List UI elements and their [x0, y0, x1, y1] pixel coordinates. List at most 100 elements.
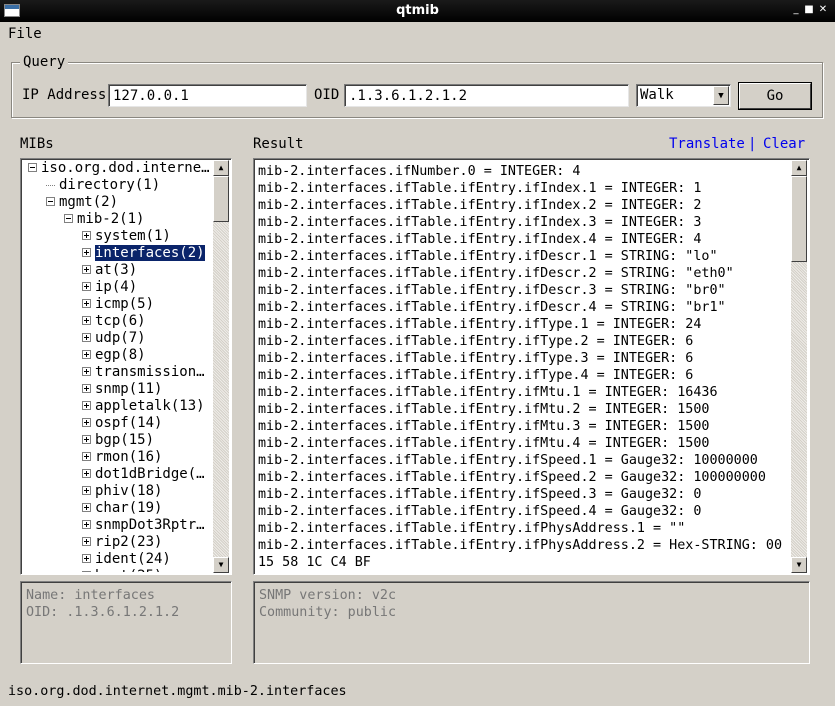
tree-node[interactable]: egp(8) [82, 347, 146, 364]
collapse-icon[interactable] [46, 196, 55, 206]
tree-node[interactable]: transmission… [82, 364, 205, 381]
mib-tree-scrollbar[interactable]: ▲ ▼ [213, 160, 229, 573]
tree-node-label: rip2(23) [95, 534, 163, 550]
tree-node-label: egp(8) [95, 347, 146, 363]
expand-icon[interactable] [82, 230, 91, 240]
expand-icon[interactable] [82, 264, 91, 274]
translate-link[interactable]: Translate [669, 136, 745, 152]
query-group-title: Query [20, 54, 69, 70]
result-line: mib-2.interfaces.ifTable.ifEntry.ifType.… [258, 351, 694, 366]
tree-node-label: ospf(14) [95, 415, 163, 431]
snmp-version-text: SNMP version: v2c [259, 588, 397, 603]
result-line: mib-2.interfaces.ifTable.ifEntry.ifIndex… [258, 232, 702, 247]
tree-node[interactable]: char(19) [82, 500, 162, 517]
mib-name-text: Name: interfaces [26, 588, 155, 603]
tree-node[interactable]: snmpDot3Rptr… [82, 517, 205, 534]
result-scrollbar[interactable]: ▲ ▼ [791, 160, 807, 573]
tree-node[interactable]: system(1) [82, 228, 171, 245]
tree-node[interactable]: ip(4) [82, 279, 137, 296]
tree-node[interactable]: iso.org.dod.interne… [28, 160, 210, 177]
tree-node[interactable]: ident(24) [82, 551, 171, 568]
tree-node-label: char(19) [95, 500, 163, 516]
scroll-thumb[interactable] [213, 176, 229, 222]
tree-node[interactable]: mgmt(2) [46, 194, 118, 211]
expand-icon[interactable] [82, 468, 91, 478]
tree-node-label: iso.org.dod.interne… [41, 160, 210, 176]
result-line: mib-2.interfaces.ifTable.ifEntry.ifPhysA… [258, 521, 686, 536]
chevron-down-icon[interactable]: ▼ [713, 86, 729, 105]
result-line: mib-2.interfaces.ifTable.ifEntry.ifIndex… [258, 181, 702, 196]
tree-node[interactable]: bgp(15) [82, 432, 154, 449]
result-text[interactable]: mib-2.interfaces.ifNumber.0 = INTEGER: 4… [258, 163, 788, 569]
tree-node[interactable]: phiv(18) [82, 483, 162, 500]
result-line: mib-2.interfaces.ifTable.ifEntry.ifSpeed… [258, 487, 702, 502]
tree-node[interactable]: rip2(23) [82, 534, 162, 551]
result-line: 15 58 1C C4 BF [258, 555, 371, 569]
result-line: mib-2.interfaces.ifTable.ifEntry.ifType.… [258, 368, 694, 383]
tree-node-label: dot1dBridge(… [95, 466, 205, 482]
tree-node[interactable]: snmp(11) [82, 381, 162, 398]
collapse-icon[interactable] [64, 213, 73, 223]
title-bar: qtmib _ ■ ✕ [0, 0, 835, 22]
expand-icon[interactable] [82, 247, 91, 257]
collapse-icon[interactable] [28, 162, 37, 172]
scroll-down-icon[interactable]: ▼ [791, 557, 807, 573]
result-line: mib-2.interfaces.ifTable.ifEntry.ifIndex… [258, 198, 702, 213]
expand-icon[interactable] [82, 519, 91, 529]
expand-icon[interactable] [82, 485, 91, 495]
expand-icon[interactable] [82, 451, 91, 461]
main-window: qtmib _ ■ ✕ File Query IP Address OID Wa… [0, 0, 835, 706]
clear-link[interactable]: Clear [763, 136, 805, 152]
tree-node[interactable]: udp(7) [82, 330, 146, 347]
tree-node[interactable]: appletalk(13) [82, 398, 205, 415]
tree-node-label: rmon(16) [95, 449, 163, 465]
scroll-thumb[interactable] [791, 176, 807, 262]
operation-select[interactable]: Walk ▼ [636, 84, 731, 107]
expand-icon[interactable] [82, 298, 91, 308]
expand-icon[interactable] [82, 315, 91, 325]
minimize-icon[interactable]: _ [790, 2, 802, 18]
tree-node[interactable]: mib-2(1) [64, 211, 144, 228]
result-line: mib-2.interfaces.ifTable.ifEntry.ifSpeed… [258, 453, 758, 468]
oid-input[interactable] [344, 84, 629, 107]
expand-icon[interactable] [82, 366, 91, 376]
expand-icon[interactable] [82, 349, 91, 359]
tree-node[interactable]: rmon(16) [82, 449, 162, 466]
ip-address-input[interactable] [108, 84, 307, 107]
tree-node-label: host(25) [95, 568, 162, 572]
expand-icon[interactable] [82, 383, 91, 393]
tree-node[interactable]: tcp(6) [82, 313, 146, 330]
status-bar: iso.org.dod.internet.mgmt.mib-2.interfac… [8, 684, 347, 699]
tree-node[interactable]: directory(1) [46, 177, 160, 194]
tree-node-label: appletalk(13) [95, 398, 205, 414]
go-button[interactable]: Go [739, 83, 811, 109]
expand-icon[interactable] [82, 502, 91, 512]
tree-node[interactable]: host(25) [82, 568, 162, 572]
expand-icon[interactable] [82, 417, 91, 427]
scroll-up-icon[interactable]: ▲ [213, 160, 229, 176]
tree-node[interactable]: interfaces(2) [82, 244, 206, 262]
expand-icon[interactable] [82, 434, 91, 444]
close-icon[interactable]: ✕ [817, 2, 829, 18]
scroll-down-icon[interactable]: ▼ [213, 557, 229, 573]
tree-node-label: directory(1) [59, 177, 161, 193]
oid-label: OID [314, 87, 340, 103]
result-line: mib-2.interfaces.ifNumber.0 = INTEGER: 4 [258, 164, 581, 179]
menu-file[interactable]: File [8, 26, 42, 42]
result-line: mib-2.interfaces.ifTable.ifEntry.ifMtu.1… [258, 385, 718, 400]
expand-icon[interactable] [82, 400, 91, 410]
expand-icon[interactable] [82, 536, 91, 546]
scroll-up-icon[interactable]: ▲ [791, 160, 807, 176]
tree-node[interactable]: icmp(5) [82, 296, 154, 313]
expand-icon[interactable] [82, 570, 91, 572]
tree-node[interactable]: dot1dBridge(… [82, 466, 205, 483]
expand-icon[interactable] [82, 332, 91, 342]
tree-node[interactable]: at(3) [82, 262, 137, 279]
tree-node-label: at(3) [95, 262, 138, 278]
tree-node[interactable]: ospf(14) [82, 415, 162, 432]
mib-tree[interactable]: iso.org.dod.interne… directory(1) mgmt(2) m… [24, 160, 214, 572]
expand-icon[interactable] [82, 281, 91, 291]
maximize-icon[interactable]: ■ [803, 2, 815, 18]
expand-icon[interactable] [82, 553, 91, 563]
tree-node-label: interfaces(2) [94, 244, 206, 262]
